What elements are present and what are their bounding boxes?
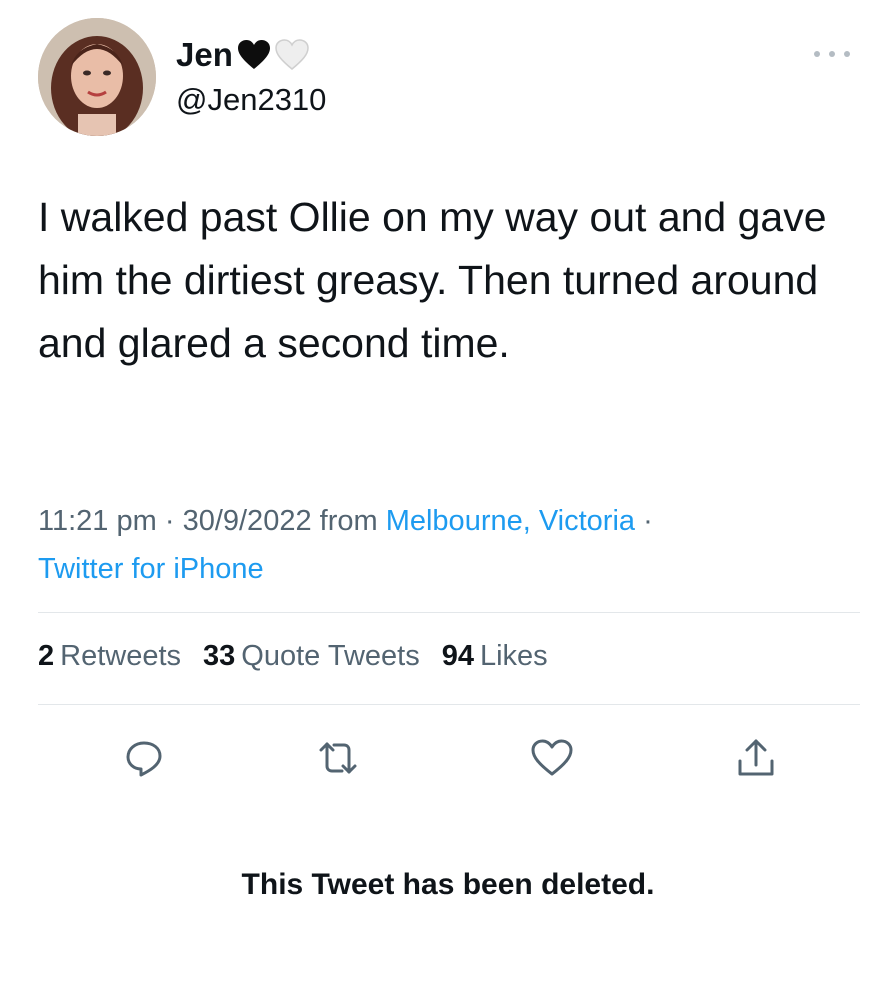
likes-stat[interactable]: 94 Likes: [442, 640, 548, 673]
retweets-stat[interactable]: 2 Retweets: [38, 640, 181, 673]
deleted-notice: This Tweet has been deleted.: [241, 868, 655, 901]
tweet-text: I walked past Ollie on my way out and ga…: [38, 194, 827, 366]
reply-icon[interactable]: [122, 736, 166, 780]
author-name-row: Jen: [176, 38, 309, 71]
tweet-date[interactable]: 30/9/2022: [183, 505, 312, 537]
from-label: from: [319, 505, 378, 537]
retweet-icon[interactable]: [316, 736, 360, 780]
divider: [38, 612, 860, 613]
quote-tweets-label: Quote Tweets: [241, 640, 420, 672]
action-bar: [0, 736, 896, 780]
meta-separator: ·: [643, 505, 653, 537]
dot: [829, 51, 835, 57]
black-heart-icon: [237, 39, 271, 71]
avatar[interactable]: [38, 18, 156, 136]
quote-tweets-count: 33: [203, 640, 236, 672]
display-name[interactable]: Jen: [176, 38, 233, 71]
white-heart-icon: [275, 38, 309, 71]
engagement-stats: 2 Retweets 33 Quote Tweets 94 Likes: [38, 640, 548, 673]
tweet-time[interactable]: 11:21 pm: [38, 505, 157, 537]
divider: [38, 704, 860, 705]
quote-tweets-stat[interactable]: 33 Quote Tweets: [203, 640, 420, 673]
location-link[interactable]: Melbourne, Victoria: [386, 505, 635, 537]
likes-label: Likes: [479, 640, 548, 672]
tweet-meta: 11:21 pm · 30/9/2022 from Melbourne, Vic…: [38, 497, 868, 593]
like-icon[interactable]: [530, 736, 574, 780]
share-icon[interactable]: [734, 736, 778, 780]
likes-count: 94: [441, 640, 474, 672]
user-handle[interactable]: @Jen2310: [176, 82, 326, 118]
dot: [844, 51, 850, 57]
retweets-count: 2: [38, 640, 55, 672]
more-options-icon[interactable]: [814, 44, 850, 64]
dot: [814, 51, 820, 57]
source-link[interactable]: Twitter for iPhone: [38, 553, 264, 585]
retweets-label: Retweets: [60, 640, 182, 672]
meta-separator: ·: [164, 505, 175, 537]
